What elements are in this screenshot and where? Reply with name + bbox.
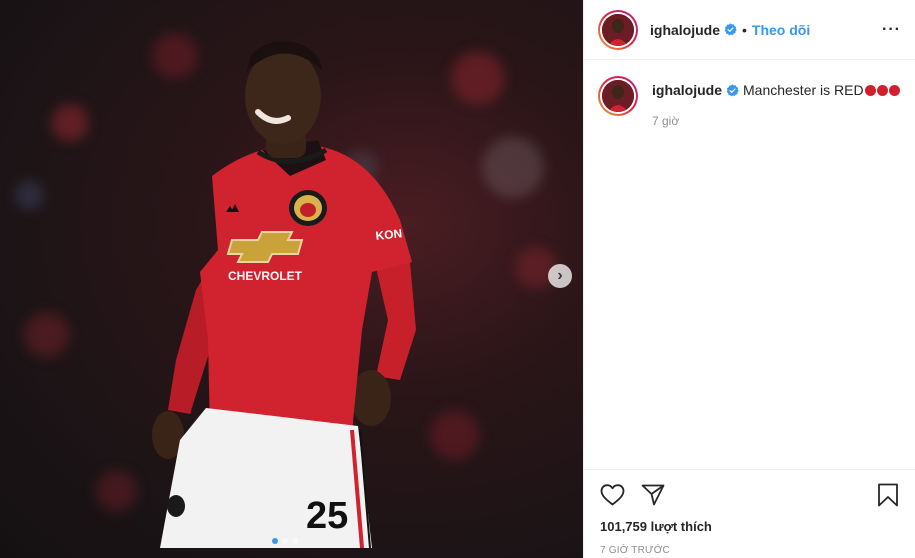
like-count[interactable]: 101,759 lượt thích bbox=[600, 519, 899, 534]
chevron-right-icon: › bbox=[557, 267, 563, 284]
player-illustration: CHEVROLET KON 25 bbox=[152, 41, 416, 549]
carousel-next-button[interactable]: › bbox=[548, 264, 572, 288]
caption-avatar[interactable] bbox=[598, 76, 638, 116]
post-caption: ighalojude Manchester is RED 7 giờ bbox=[584, 60, 915, 128]
post-footer: 101,759 lượt thích 7 GIỜ TRƯỚC bbox=[584, 469, 915, 556]
author-username[interactable]: ighalojude bbox=[650, 22, 720, 38]
carousel-indicator bbox=[272, 538, 298, 544]
shorts-number: 25 bbox=[306, 495, 348, 537]
follow-button[interactable]: Theo dõi bbox=[752, 22, 810, 38]
bookmark-icon[interactable] bbox=[877, 483, 899, 507]
verified-badge-icon bbox=[726, 83, 739, 97]
post-photo[interactable]: CHEVROLET KON 25 › bbox=[0, 0, 583, 558]
more-options-icon[interactable]: ··· bbox=[882, 21, 901, 39]
verified-badge-icon bbox=[724, 23, 737, 36]
heart-icon[interactable] bbox=[600, 484, 625, 506]
header-separator: • bbox=[742, 21, 747, 38]
author-avatar[interactable] bbox=[598, 9, 638, 50]
red-circle-emoji-icon bbox=[876, 84, 888, 96]
caption-avatar-image bbox=[602, 80, 634, 112]
caption-timestamp[interactable]: 7 giờ bbox=[652, 114, 900, 128]
caption-text: Manchester is RED bbox=[743, 82, 864, 98]
shirt-sponsor-text: CHEVROLET bbox=[228, 269, 303, 283]
post-header: ighalojude • Theo dõi ··· bbox=[584, 0, 915, 60]
carousel-dot-1 bbox=[272, 538, 278, 544]
sleeve-sponsor-text: KON bbox=[375, 226, 403, 243]
red-circle-emoji-icon bbox=[864, 84, 876, 96]
post-side-panel: ighalojude • Theo dõi ··· ighalojude Man… bbox=[583, 0, 915, 558]
carousel-dot-2 bbox=[282, 538, 288, 544]
caption-username[interactable]: ighalojude bbox=[652, 82, 722, 98]
caption-emoji bbox=[864, 84, 900, 96]
carousel-dot-3 bbox=[292, 538, 298, 544]
club-crest bbox=[289, 190, 327, 226]
post-actions bbox=[600, 482, 899, 508]
share-icon[interactable] bbox=[641, 484, 665, 506]
post-date[interactable]: 7 GIỜ TRƯỚC bbox=[600, 545, 899, 556]
red-circle-emoji-icon bbox=[888, 84, 900, 96]
author-avatar-image bbox=[602, 13, 634, 46]
